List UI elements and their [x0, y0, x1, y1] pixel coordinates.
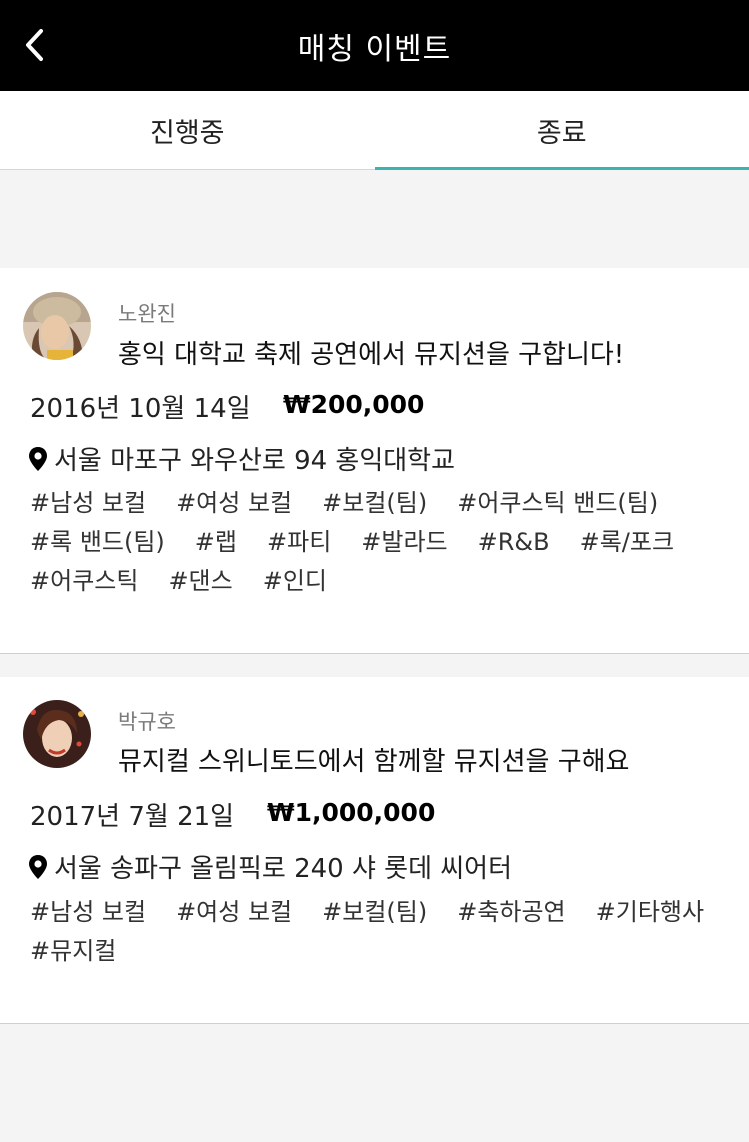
tag[interactable]: #보컬(팀)	[322, 489, 427, 518]
location-text: 서울 송파구 올림픽로 240 샤 롯데 씨어터	[54, 854, 513, 884]
tab-bar: 진행중 종료	[0, 91, 749, 170]
map-pin-icon	[29, 854, 47, 879]
location-text: 서울 마포구 와우산로 94 홍익대학교	[54, 446, 456, 476]
avatar[interactable]	[23, 700, 91, 768]
tag[interactable]: #록/포크	[580, 528, 674, 557]
tag[interactable]: #록 밴드(팀)	[30, 528, 165, 557]
event-card[interactable]: 노완진 홍익 대학교 축제 공연에서 뮤지션을 구합니다! 2016년 10월 …	[0, 268, 749, 654]
event-location: 서울 마포구 와우산로 94 홍익대학교	[28, 440, 455, 477]
tag[interactable]: #랩	[195, 528, 237, 557]
event-price: ₩1,000,000	[267, 798, 436, 827]
map-pin-icon	[29, 446, 47, 471]
tag[interactable]: #파티	[267, 528, 331, 557]
tag[interactable]: #어쿠스틱 밴드(팀)	[457, 489, 658, 518]
event-date: 2016년 10월 14일	[30, 394, 251, 424]
event-date: 2017년 7월 21일	[30, 802, 235, 832]
event-card[interactable]: 박규호 뮤지컬 스위니토드에서 함께할 뮤지션을 구해요 2017년 7월 21…	[0, 677, 749, 1024]
tab-ongoing[interactable]: 진행중	[0, 91, 375, 169]
tag[interactable]: #기타행사	[596, 898, 704, 927]
tag[interactable]: #보컬(팀)	[322, 898, 427, 927]
author-name: 박규호	[118, 710, 176, 734]
tag[interactable]: #발라드	[361, 528, 447, 557]
tag[interactable]: #남성 보컬	[30, 898, 146, 927]
event-price: ₩200,000	[283, 390, 425, 419]
tag[interactable]: #댄스	[168, 567, 232, 596]
tag[interactable]: #남성 보컬	[30, 489, 146, 518]
tag-list: #남성 보컬 #여성 보컬 #보컬(팀) #축하공연 #기타행사 #뮤지컬	[30, 898, 730, 966]
avatar[interactable]	[23, 292, 91, 360]
tag[interactable]: #인디	[263, 567, 327, 596]
tag-list: #남성 보컬 #여성 보컬 #보컬(팀) #어쿠스틱 밴드(팀) #록 밴드(팀…	[30, 489, 730, 596]
tag[interactable]: #어쿠스틱	[30, 567, 138, 596]
tag[interactable]: #축하공연	[457, 898, 565, 927]
tag[interactable]: #여성 보컬	[176, 898, 292, 927]
top-bar: 매칭 이벤트	[0, 0, 749, 91]
event-title[interactable]: 홍익 대학교 축제 공연에서 뮤지션을 구합니다!	[118, 334, 624, 371]
tab-ended[interactable]: 종료	[374, 91, 749, 170]
tag[interactable]: #R&B	[478, 528, 550, 557]
event-location: 서울 송파구 올림픽로 240 샤 롯데 씨어터	[28, 848, 512, 885]
tag[interactable]: #뮤지컬	[30, 937, 116, 966]
page-title: 매칭 이벤트	[297, 31, 452, 67]
tag[interactable]: #여성 보컬	[176, 489, 292, 518]
event-title[interactable]: 뮤지컬 스위니토드에서 함께할 뮤지션을 구해요	[118, 741, 629, 778]
author-name: 노완진	[118, 302, 176, 326]
